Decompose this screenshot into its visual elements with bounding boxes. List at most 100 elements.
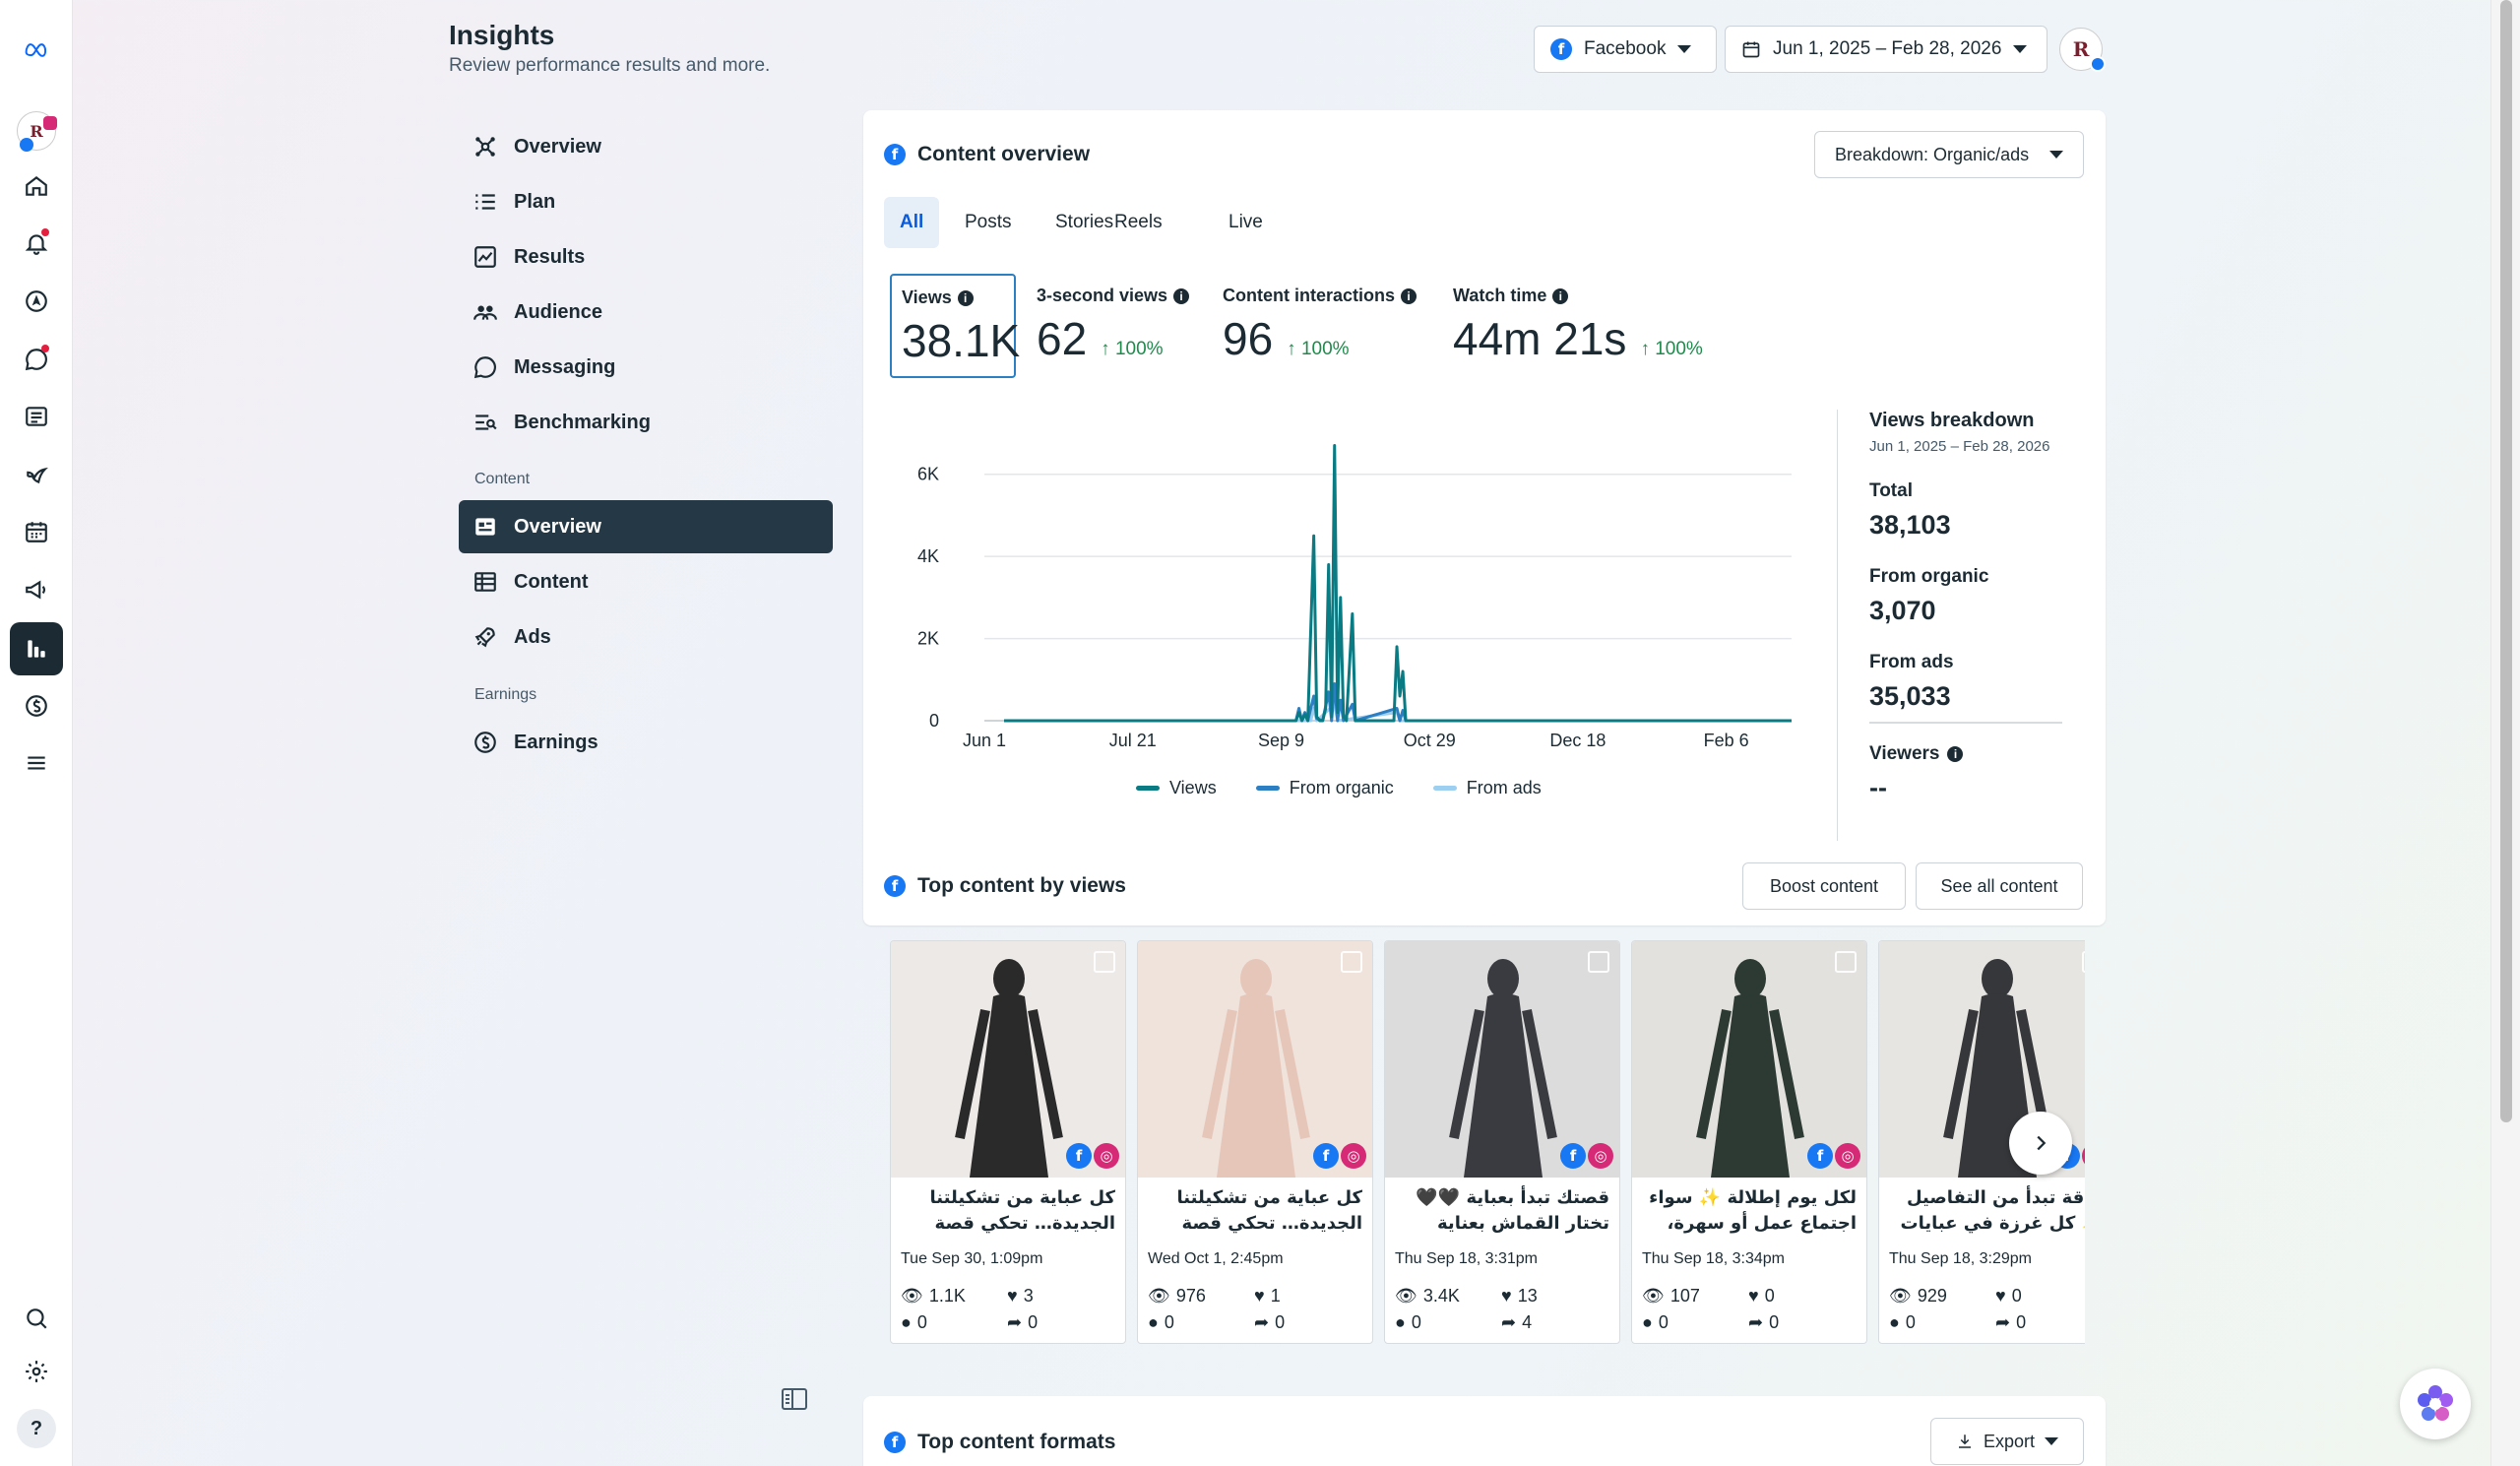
table-icon — [474, 572, 496, 592]
multi-photo-icon — [2082, 951, 2085, 973]
share-icon: ➦ — [1007, 1312, 1023, 1332]
multi-photo-icon — [1094, 951, 1115, 973]
feed-icon[interactable] — [10, 448, 63, 501]
eye-icon: 👁 — [1889, 1286, 1912, 1306]
content-tile[interactable]: f ◎ كل عباية من تشكيلتنا الجديدة… تحكي ق… — [1137, 940, 1373, 1344]
rocket-icon — [474, 627, 495, 648]
content-tile[interactable]: f ◎ لكل يوم إطلالة ✨ سواء اجتماع عمل أو … — [1631, 940, 1867, 1344]
download-icon — [1958, 1434, 1971, 1448]
page-scrollbar[interactable] — [2490, 0, 2520, 1466]
content-caption: لكل يوم إطلالة ✨ سواء اجتماع عمل أو سهرة… — [1649, 1187, 1857, 1234]
platform-badges: f ◎ — [1066, 1143, 1119, 1169]
results-icon — [474, 246, 496, 268]
instagram-icon: ◎ — [2082, 1143, 2085, 1169]
platform-badges: f ◎ — [1807, 1143, 1860, 1169]
home-icon[interactable] — [10, 159, 63, 213]
nav-overview[interactable]: Overview — [459, 120, 833, 173]
content-date: Wed Oct 1, 2:45pm — [1148, 1250, 1284, 1267]
share-icon: ➦ — [1254, 1312, 1270, 1332]
nav-plan[interactable]: Plan — [459, 175, 833, 228]
content-date: Thu Sep 18, 3:34pm — [1642, 1250, 1785, 1267]
top-content-carousel: f ◎ كل عباية من تشكيلتنا الجديدة… تحكي ق… — [890, 0, 2085, 1359]
heart-icon: ♥ — [1995, 1286, 2006, 1306]
shares-stat: ➦ 0 — [1254, 1312, 1286, 1332]
insights-icon[interactable] — [10, 622, 63, 675]
page-subtitle: Review performance results and more. — [449, 55, 771, 76]
nav-ads[interactable]: Ads — [459, 610, 833, 664]
nav-benchmarking[interactable]: Benchmarking — [459, 396, 833, 449]
likes-stat: ♥ 13 — [1501, 1286, 1538, 1306]
nav-content-overview[interactable]: Overview — [459, 500, 833, 553]
heart-icon: ♥ — [1501, 1286, 1512, 1306]
posts-icon[interactable] — [10, 390, 63, 443]
multi-photo-icon — [1588, 951, 1609, 973]
content-caption: أناقة تبدأ من التفاصيل ✨ كل غرزة في عباي… — [1900, 1187, 2086, 1234]
nav-audience[interactable]: Audience — [459, 286, 833, 339]
likes-stat: ♥ 0 — [1748, 1286, 1775, 1306]
content-caption: كل عباية من تشكيلتنا الجديدة… تحكي قصة — [929, 1187, 1115, 1234]
comment-icon: ● — [1889, 1312, 1900, 1332]
search-icon[interactable] — [10, 1292, 63, 1345]
carousel-next-button[interactable] — [2009, 1112, 2072, 1175]
heart-icon: ♥ — [1748, 1286, 1759, 1306]
content-thumbnail[interactable] — [1385, 941, 1620, 1178]
content-tile[interactable]: f ◎ قصتك تبدأ بعباية 🖤🖤 تختار القماش بعن… — [1384, 940, 1620, 1344]
meta-logo-icon[interactable] — [10, 22, 63, 75]
audience-icon — [473, 305, 497, 320]
content-caption: قصتك تبدأ بعباية 🖤🖤 تختار القماش بعناية … — [1416, 1187, 1609, 1234]
comments-stat: ● 0 — [1395, 1312, 1421, 1332]
multi-photo-icon — [1341, 951, 1362, 973]
views-stat: 👁 3.4K — [1395, 1286, 1460, 1306]
top-formats-title: Top content formats — [917, 1431, 1116, 1453]
collapse-sidebar-icon[interactable] — [782, 1388, 807, 1410]
messages-icon[interactable] — [10, 333, 63, 386]
facebook-icon: f — [1313, 1143, 1339, 1169]
ai-assistant-button[interactable] — [2400, 1369, 2471, 1439]
top-formats-header: f Top content formats — [884, 1431, 1115, 1454]
comment-icon: ● — [1642, 1312, 1653, 1332]
eye-icon: 👁 — [1395, 1286, 1418, 1306]
share-icon: ➦ — [1748, 1312, 1764, 1332]
shares-stat: ➦ 0 — [1995, 1312, 2027, 1332]
nav-messaging[interactable]: Messaging — [459, 341, 833, 394]
eye-icon: 👁 — [901, 1286, 923, 1306]
likes-stat: ♥ 1 — [1254, 1286, 1281, 1306]
comment-icon: ● — [1395, 1312, 1406, 1332]
facebook-badge-icon — [2090, 56, 2106, 72]
assistant-flower-icon — [2418, 1385, 2453, 1421]
nav-content[interactable]: Content — [459, 555, 833, 608]
content-date: Tue Sep 30, 1:09pm — [901, 1250, 1043, 1267]
eye-icon: 👁 — [1148, 1286, 1170, 1306]
nav-section-content: Content — [474, 471, 531, 487]
monetization-icon[interactable] — [10, 679, 63, 733]
navigate-icon[interactable] — [10, 275, 63, 328]
content-thumbnail[interactable] — [1632, 941, 1867, 1178]
help-icon[interactable]: ? — [10, 1402, 63, 1455]
comments-stat: ● 0 — [1148, 1312, 1174, 1332]
nav-earnings[interactable]: Earnings — [459, 716, 833, 769]
chevron-right-icon — [2037, 1135, 2047, 1151]
notifications-icon[interactable] — [10, 217, 63, 270]
facebook-icon: f — [884, 1432, 906, 1453]
content-overview-icon — [475, 518, 495, 536]
ads-megaphone-icon[interactable] — [10, 563, 63, 616]
eye-icon: 👁 — [1642, 1286, 1665, 1306]
content-tile[interactable]: f ◎ كل عباية من تشكيلتنا الجديدة… تحكي ق… — [890, 940, 1126, 1344]
comment-icon: ● — [901, 1312, 912, 1332]
settings-gear-icon[interactable] — [10, 1345, 63, 1398]
nav-results[interactable]: Results — [459, 230, 833, 284]
content-caption: كل عباية من تشكيلتنا الجديدة… تحكي قصة — [1176, 1187, 1362, 1234]
scrollbar-thumb[interactable] — [2500, 0, 2512, 1122]
likes-stat: ♥ 0 — [1995, 1286, 2022, 1306]
dollar-icon — [474, 732, 496, 753]
content-thumbnail[interactable] — [1138, 941, 1373, 1178]
shares-stat: ➦ 0 — [1007, 1312, 1039, 1332]
heart-icon: ♥ — [1007, 1286, 1018, 1306]
calendar-icon[interactable] — [10, 505, 63, 558]
content-date: Thu Sep 18, 3:31pm — [1395, 1250, 1538, 1267]
profile-avatar[interactable]: R — [10, 104, 63, 158]
comments-stat: ● 0 — [1642, 1312, 1669, 1332]
menu-icon[interactable] — [10, 736, 63, 790]
content-thumbnail[interactable] — [891, 941, 1126, 1178]
export-button[interactable]: Export — [1930, 1418, 2084, 1465]
